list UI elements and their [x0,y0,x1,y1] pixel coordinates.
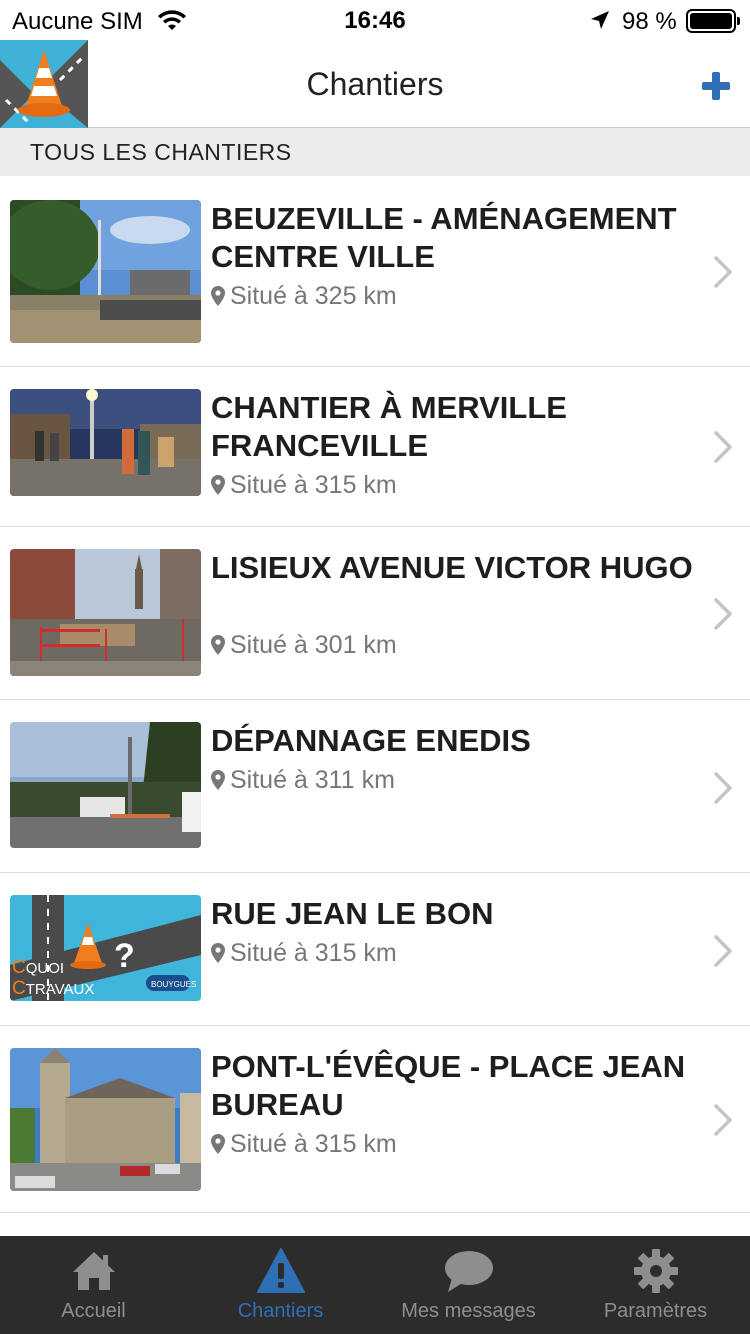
site-distance-text: Situé à 315 km [230,1130,397,1158]
svg-text:?: ? [114,937,135,975]
site-title: DÉPANNAGE ENEDIS [211,723,531,758]
site-distance: Situé à 315 km [211,471,397,500]
site-distance-text: Situé à 301 km [230,631,397,659]
placeholder-logo-line2: CTRAVAUX [12,978,94,999]
tab-parametres[interactable]: Paramètres [562,1236,749,1334]
tab-bar: Accueil Chantiers Mes messages Paramètre… [0,1236,750,1334]
battery-icon [686,9,740,33]
tab-chantiers[interactable]: Chantiers [187,1236,374,1334]
map-pin-icon [211,475,225,495]
site-distance-text: Situé à 325 km [230,282,397,310]
section-title: TOUS LES CHANTIERS [30,139,292,165]
list-item[interactable]: ? CQUOI CTRAVAUX BOUYGUES RUE JEAN LE BO… [0,873,750,1026]
site-placeholder-logo: ? CQUOI CTRAVAUX BOUYGUES [10,895,201,1001]
plus-icon[interactable] [696,66,736,106]
map-pin-icon [211,635,225,655]
map-pin-icon [211,1134,225,1154]
chevron-right-icon [714,598,732,630]
site-title: LISIEUX AVENUE VICTOR HUGO [211,550,693,585]
nav-bar: Chantiers [0,40,750,128]
tab-label: Mes messages [401,1300,536,1322]
gear-icon [633,1249,678,1293]
site-title: BEUZEVILLE - AMÉNAGEMENT CENTRE VILLE [211,201,677,274]
chat-bubble-icon [444,1251,493,1292]
site-distance: Situé à 315 km [211,1130,397,1159]
site-thumbnail [10,1048,201,1191]
map-pin-icon [211,286,225,306]
section-header: TOUS LES CHANTIERS [0,128,750,176]
location-arrow-icon [591,11,609,29]
site-thumbnail [10,549,201,676]
tab-accueil[interactable]: Accueil [0,1236,187,1334]
status-bar: Aucune SIM 16:46 98 % [0,0,750,40]
list-item[interactable]: CHANTIER À MERVILLE FRANCEVILLE Situé à … [0,367,750,527]
list-item[interactable]: BEUZEVILLE - AMÉNAGEMENT CENTRE VILLE Si… [0,176,750,367]
battery-percent: 98 % [622,8,677,35]
site-distance-text: Situé à 315 km [230,939,397,967]
placeholder-logo-line1: CQUOI [12,957,64,978]
site-distance: Situé à 311 km [211,766,395,795]
site-thumbnail [10,200,201,343]
site-title: RUE JEAN LE BON [211,896,494,931]
map-pin-icon [211,770,225,790]
site-distance: Situé à 325 km [211,282,397,311]
chevron-right-icon [714,431,732,463]
list-item[interactable]: LISIEUX AVENUE VICTOR HUGO Situé à 301 k… [0,527,750,700]
page-title: Chantiers [306,66,444,102]
tab-label: Chantiers [237,1300,324,1322]
tab-label: Paramètres [603,1300,708,1322]
chevron-right-icon [714,772,732,804]
site-thumbnail [10,389,201,496]
warning-icon [256,1248,305,1293]
site-distance-text: Situé à 311 km [230,766,395,794]
site-title: CHANTIER À MERVILLE FRANCEVILLE [211,390,567,463]
list-item[interactable]: PONT-L'ÉVÊQUE - PLACE JEAN BUREAU Situé … [0,1026,750,1213]
site-title: PONT-L'ÉVÊQUE - PLACE JEAN BUREAU [211,1049,686,1122]
home-icon [72,1252,115,1290]
site-thumbnail [10,722,201,848]
placeholder-logo-brand: BOUYGUES [151,980,196,989]
site-distance-text: Situé à 315 km [230,471,397,499]
chevron-right-icon [714,256,732,288]
list-item[interactable]: DÉPANNAGE ENEDIS Situé à 311 km [0,700,750,873]
site-distance: Situé à 315 km [211,939,397,968]
chevron-right-icon [714,1104,732,1136]
site-distance: Situé à 301 km [211,631,397,660]
tab-label: Accueil [61,1300,126,1322]
map-pin-icon [211,943,225,963]
traffic-cone-logo[interactable] [0,40,88,128]
chevron-right-icon [714,935,732,967]
tab-mes-messages[interactable]: Mes messages [375,1236,562,1334]
